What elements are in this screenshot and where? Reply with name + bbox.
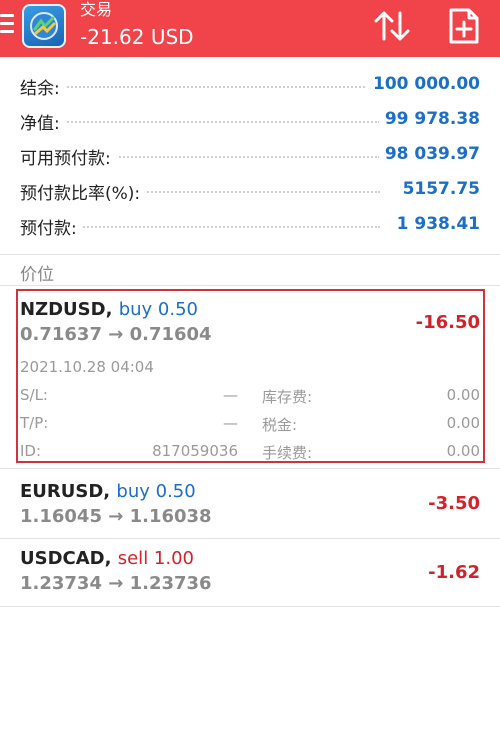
position-row-eurusd[interactable]: EURUSD, buy 0.50 1.16045 → 1.16038 -3.50 [0, 469, 500, 539]
position-symbol: USDCAD, sell 1.00 [20, 548, 194, 569]
top-app-bar: 交易 -21.62 USD [0, 0, 500, 57]
free-margin-label: 可用预付款: [20, 144, 117, 169]
trade-side: buy 0.50 [116, 481, 196, 502]
equity-row: 净值: 99 978.38 [0, 103, 500, 138]
balance-row: 结余: 100 000.00 [0, 68, 500, 103]
position-row-usdcad[interactable]: USDCAD, sell 1.00 1.23734 → 1.23736 -1.6… [0, 539, 500, 609]
price-range: 1.16045 → 1.16038 [20, 506, 212, 527]
margin-value: 1 938.41 [390, 214, 480, 234]
position-profit: -1.62 [428, 562, 480, 583]
trade-side: sell 1.00 [117, 548, 194, 569]
page-title: 交易 [80, 0, 113, 19]
margin-label: 预付款: [20, 214, 83, 239]
section-header-positions: 价位 [20, 265, 54, 285]
sort-icon[interactable] [372, 7, 412, 45]
position-profit: -3.50 [428, 493, 480, 514]
divider [0, 606, 500, 607]
equity-value: 99 978.38 [378, 109, 480, 129]
new-order-icon[interactable] [447, 7, 481, 45]
free-margin-row: 可用预付款: 98 039.97 [0, 138, 500, 173]
margin-level-label: 预付款比率(%): [20, 179, 147, 204]
symbol-name: USDCAD, [20, 548, 112, 569]
selection-highlight [16, 289, 485, 463]
margin-level-value: 5157.75 [396, 179, 480, 199]
balance-label: 结余: [20, 74, 66, 99]
divider [0, 254, 500, 255]
position-symbol: EURUSD, buy 0.50 [20, 481, 196, 502]
app-logo [22, 4, 66, 48]
symbol-name: EURUSD, [20, 481, 111, 502]
equity-label: 净值: [20, 109, 66, 134]
menu-icon[interactable] [0, 14, 14, 36]
balance-value: 100 000.00 [366, 74, 480, 94]
free-margin-value: 98 039.97 [378, 144, 480, 164]
dotted-leader [20, 121, 380, 123]
price-range: 1.23734 → 1.23736 [20, 573, 212, 594]
dotted-leader [20, 86, 380, 88]
total-profit: -21.62 USD [80, 25, 194, 49]
account-summary: 结余: 100 000.00 净值: 99 978.38 可用预付款: 98 0… [0, 68, 500, 243]
margin-row: 预付款: 1 938.41 [0, 208, 500, 243]
margin-level-row: 预付款比率(%): 5157.75 [0, 173, 500, 208]
